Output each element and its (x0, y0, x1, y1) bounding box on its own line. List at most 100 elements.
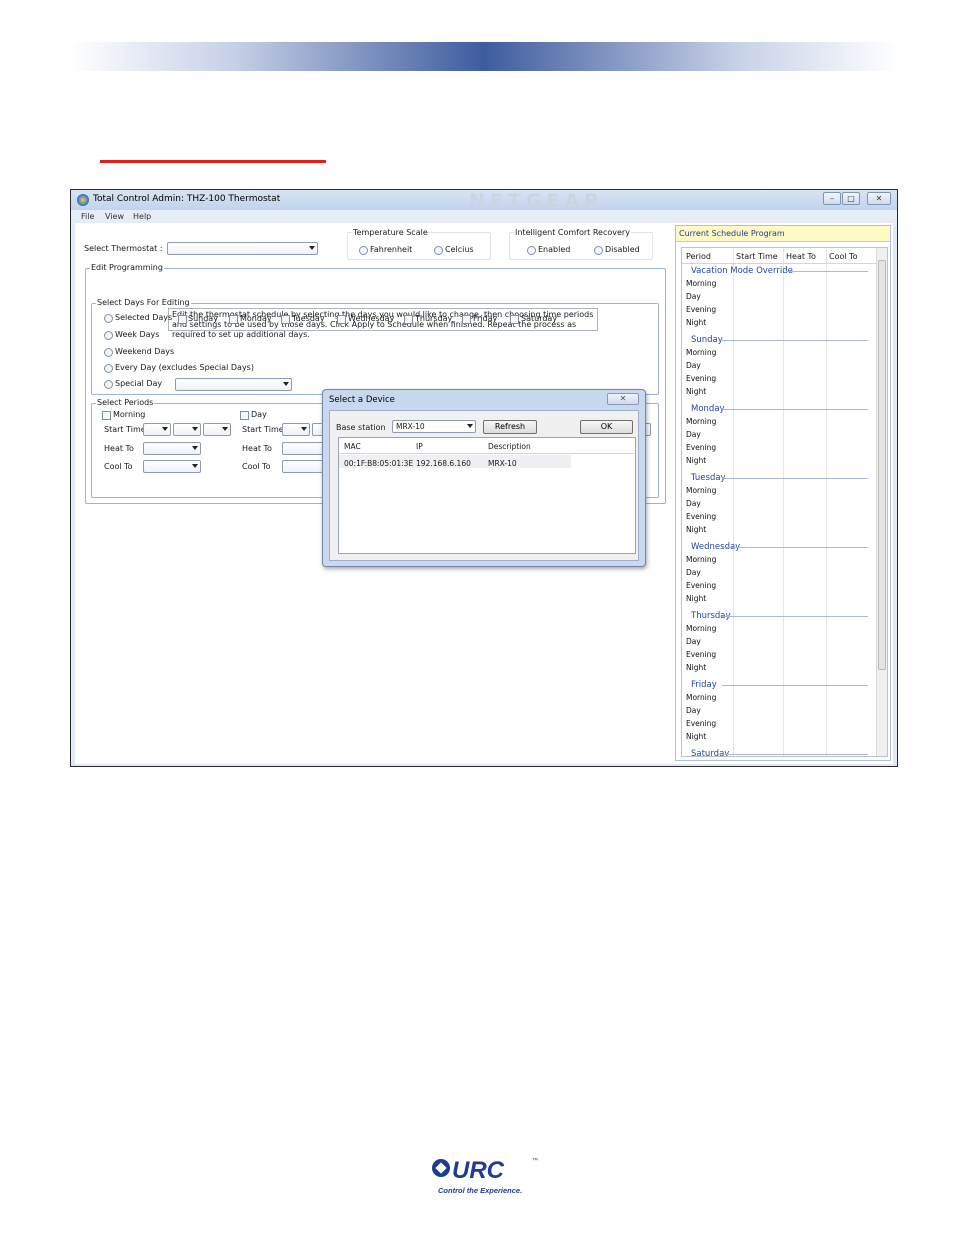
device-list[interactable]: MAC IP Description 00:1F:B8:05:01:3E 192… (338, 437, 636, 554)
menubar: File View Help (71, 210, 897, 224)
morning-heat-to-select[interactable] (143, 442, 201, 455)
menu-help[interactable]: Help (133, 212, 151, 221)
schedule-row-period: Night (686, 387, 707, 396)
schedule-row-period: Day (686, 292, 701, 301)
wednesday-label: Wednesday (348, 314, 395, 323)
col-start-time[interactable]: Start Time (736, 252, 778, 261)
special-day-label: Special Day (115, 379, 163, 388)
menu-view[interactable]: View (105, 212, 124, 221)
morning-checkbox[interactable] (102, 411, 111, 420)
schedule-row-period: Evening (686, 650, 717, 659)
morning-start-time-label: Start Time (104, 425, 146, 434)
select-days-title: Select Days For Editing (96, 298, 191, 307)
schedule-section-divider (722, 616, 868, 617)
schedule-section-divider (722, 685, 868, 686)
weekend-days-label: Weekend Days (115, 347, 175, 356)
app-icon (77, 194, 89, 206)
schedule-row-period: Day (686, 706, 701, 715)
schedule-section-title: Vacation Mode Override (691, 266, 793, 276)
schedule-row-period: Day (686, 361, 701, 370)
schedule-section-title: Sunday (691, 335, 723, 345)
window-title: Total Control Admin: THZ-100 Thermostat (93, 194, 281, 204)
special-day-radio[interactable] (104, 380, 113, 389)
dialog-title: Select a Device (329, 395, 395, 405)
scroll-thumb[interactable] (878, 260, 886, 670)
day-start-time-label: Start Time (242, 425, 284, 434)
morning-minute-select[interactable] (173, 423, 201, 436)
schedule-section-title: Tuesday (691, 473, 726, 483)
disabled-radio[interactable] (594, 246, 603, 255)
schedule-row-period: Night (686, 732, 707, 741)
thursday-checkbox[interactable] (404, 315, 413, 324)
schedule-row-period: Evening (686, 512, 717, 521)
schedule-title: Current Schedule Program (676, 226, 890, 242)
tuesday-checkbox[interactable] (281, 315, 290, 324)
close-button[interactable]: ✕ (867, 192, 891, 205)
week-days-radio[interactable] (104, 331, 113, 340)
saturday-checkbox[interactable] (510, 315, 519, 324)
device-description: MRX-10 (488, 459, 517, 468)
titlebar[interactable]: Total Control Admin: THZ-100 Thermostat … (71, 190, 897, 212)
schedule-section-title: Friday (691, 680, 717, 690)
temperature-scale-group: Temperature Scale Fahrenheit Celcius (347, 228, 491, 260)
friday-checkbox[interactable] (462, 315, 471, 324)
schedule-section-divider (722, 754, 868, 755)
device-row[interactable]: 00:1F:B8:05:01:3E 192.168.6.160 MRX-10 (339, 455, 571, 468)
col-ip[interactable]: IP (416, 442, 423, 451)
wednesday-checkbox[interactable] (337, 315, 346, 324)
urc-tagline: Control the Experience. (438, 1186, 522, 1195)
disabled-label: Disabled (605, 245, 640, 254)
schedule-row-period: Morning (686, 348, 717, 357)
special-day-select[interactable] (175, 378, 292, 391)
day-checkbox[interactable] (240, 411, 249, 420)
col-heat-to[interactable]: Heat To (786, 252, 816, 261)
sunday-checkbox[interactable] (178, 315, 187, 324)
dialog-close-button[interactable]: ✕ (607, 393, 639, 405)
friday-label: Friday (473, 314, 498, 323)
schedule-row-period: Morning (686, 624, 717, 633)
morning-hour-select[interactable] (143, 423, 171, 436)
schedule-section-divider (722, 409, 868, 410)
red-underline (100, 160, 326, 163)
urc-logo: URC ™ Control the Experience. (430, 1156, 542, 1196)
selected-days-radio[interactable] (104, 314, 113, 323)
col-mac[interactable]: MAC (344, 442, 361, 451)
day-hour-select[interactable] (282, 423, 310, 436)
schedule-row-period: Night (686, 456, 707, 465)
maximize-button[interactable]: □ (842, 192, 860, 205)
minimize-button[interactable]: – (823, 192, 841, 205)
schedule-section-divider (786, 271, 868, 272)
tuesday-label: Tuesday (292, 314, 325, 323)
comfort-recovery-title: Intelligent Comfort Recovery (514, 228, 631, 237)
base-station-select[interactable]: MRX-10 (392, 420, 476, 433)
fahrenheit-radio[interactable] (359, 246, 368, 255)
netgear-watermark: NETGEAR (469, 190, 604, 212)
select-thermostat-label: Select Thermostat : (84, 244, 163, 253)
celcius-radio[interactable] (434, 246, 443, 255)
thermostat-select[interactable] (167, 242, 318, 255)
morning-cool-to-select[interactable] (143, 460, 201, 473)
schedule-row-period: Morning (686, 417, 717, 426)
saturday-label: Saturday (521, 314, 558, 323)
ok-button[interactable]: OK (580, 420, 633, 434)
col-cool-to[interactable]: Cool To (829, 252, 858, 261)
menu-file[interactable]: File (81, 212, 94, 221)
every-day-radio[interactable] (104, 364, 113, 373)
select-device-dialog: Select a Device ✕ Base station MRX-10 Re… (322, 389, 646, 567)
temperature-scale-title: Temperature Scale (352, 228, 429, 237)
col-description[interactable]: Description (488, 442, 531, 451)
week-days-label: Week Days (115, 330, 160, 339)
urc-trademark: ™ (532, 1157, 538, 1164)
schedule-table: Period Start Time Heat To Cool To Vacati… (681, 247, 888, 757)
enabled-radio[interactable] (527, 246, 536, 255)
monday-checkbox[interactable] (229, 315, 238, 324)
refresh-button[interactable]: Refresh (483, 420, 537, 434)
urc-wordmark: URC (452, 1157, 505, 1184)
col-period[interactable]: Period (686, 252, 711, 261)
weekend-days-radio[interactable] (104, 348, 113, 357)
schedule-scrollbar[interactable] (876, 248, 887, 756)
enabled-label: Enabled (538, 245, 571, 254)
celcius-label: Celcius (445, 245, 474, 254)
morning-ampm-select[interactable] (203, 423, 231, 436)
dialog-body: Base station MRX-10 Refresh OK MAC IP De… (329, 410, 639, 561)
